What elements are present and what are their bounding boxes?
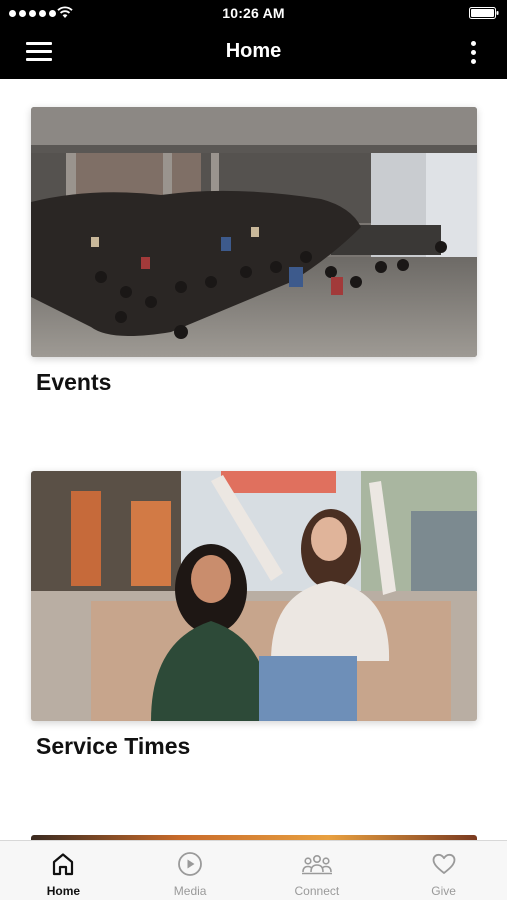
status-time: 10:26 AM [222,5,285,21]
page-title: Home [225,40,282,62]
tab-connect[interactable]: Connect [254,841,381,900]
tab-media-label: Media [173,884,207,898]
events-title: Events [36,369,112,395]
events-image [31,107,477,357]
tab-connect-label: Connect [294,884,340,898]
tab-bar: Home Media Connect Give [0,840,507,900]
battery-icon [469,7,499,19]
tab-media[interactable]: Media [127,841,254,900]
events-card[interactable]: Events [31,107,477,397]
status-bar: 10:26 AM [0,0,507,26]
heart-icon [432,853,456,874]
tab-home-label: Home [46,884,81,898]
tab-home[interactable]: Home [0,841,127,900]
service-times-image [31,471,477,721]
service-times-title: Service Times [36,733,191,759]
tab-give-label: Give [431,884,456,898]
hamburger-menu-icon[interactable] [24,40,54,64]
play-circle-icon [178,852,203,876]
home-icon [53,853,74,876]
people-icon [301,855,332,875]
navigation-bar: Home [0,26,507,79]
tab-give[interactable]: Give [380,841,507,900]
more-options-icon[interactable] [469,39,479,67]
service-times-card[interactable]: Service Times [31,471,477,761]
